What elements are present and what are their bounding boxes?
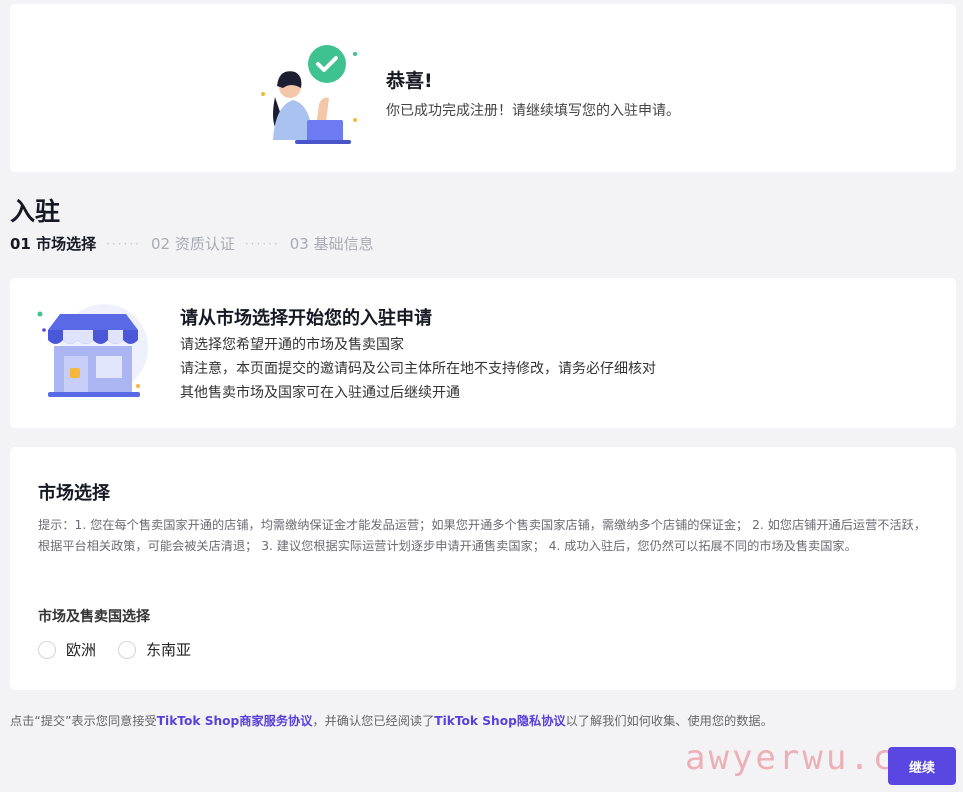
radio-option-europe[interactable]: 欧洲: [38, 639, 96, 660]
intro-line: 其他售卖市场及国家可在入驻通过后继续开通: [180, 385, 460, 401]
page-title: 入驻: [10, 197, 61, 226]
step-separator: ······: [106, 236, 141, 251]
agreement-suffix: 以了解我们如何收集、使用您的数据。: [565, 714, 773, 728]
region-label: 市场及售卖国选择: [38, 609, 150, 625]
merchant-agreement-link[interactable]: TikTok Shop商家服务协议: [157, 714, 313, 728]
shop-illustration-icon: [37, 304, 148, 397]
radio-label: 欧洲: [66, 641, 97, 659]
intro-card: 请从市场选择开始您的入驻申请 请选择您希望开通的市场及售卖国家 请注意，本页面提…: [10, 278, 956, 428]
radio-circle-icon[interactable]: [118, 640, 137, 659]
market-selection-card: 市场选择 提示：1. 您在每个售卖国家开通的店铺，均需缴纳保证金才能发品运营；如…: [10, 447, 956, 690]
market-tip: 提示：1. 您在每个售卖国家开通的店铺，均需缴纳保证金才能发品运营；如果您开通多…: [38, 518, 927, 553]
step-basic-info: 03 基础信息: [289, 235, 374, 253]
success-title: 恭喜!: [386, 70, 433, 92]
agreement-middle: ，并确认您已经阅读了: [312, 714, 435, 728]
intro-line: 请注意，本页面提交的邀请码及公司主体所在地不支持修改，请务必仔细核对: [180, 361, 656, 377]
success-card: 恭喜! 你已成功完成注册！请继续填写您的入驻申请。: [10, 4, 956, 172]
privacy-policy-link[interactable]: TikTok Shop隐私协议: [434, 714, 565, 728]
intro-line: 请选择您希望开通的市场及售卖国家: [180, 337, 404, 353]
intro-title: 请从市场选择开始您的入驻申请: [180, 308, 432, 329]
market-title: 市场选择: [38, 483, 110, 504]
radio-circle-icon[interactable]: [38, 640, 56, 659]
step-separator: ······: [244, 236, 280, 251]
success-description: 你已成功完成注册！请继续填写您的入驻申请。: [386, 103, 680, 119]
region-radio-group: 欧洲 东南亚: [38, 639, 213, 660]
step-qualification: 02 资质认证: [151, 235, 235, 253]
continue-button[interactable]: 继续: [888, 747, 956, 785]
success-illustration-icon: [261, 45, 357, 144]
step-indicator: 01 市场选择 ······ 02 资质认证 ······ 03 基础信息: [10, 233, 374, 254]
agreement-prefix: 点击“提交”表示您同意接受: [10, 714, 157, 728]
radio-label: 东南亚: [146, 641, 192, 659]
radio-option-southeast-asia[interactable]: 东南亚: [118, 639, 191, 660]
agreement-text: 点击“提交”表示您同意接受TikTok Shop商家服务协议，并确认您已经阅读了…: [10, 711, 773, 729]
step-market-selection: 01 市场选择: [10, 235, 97, 253]
